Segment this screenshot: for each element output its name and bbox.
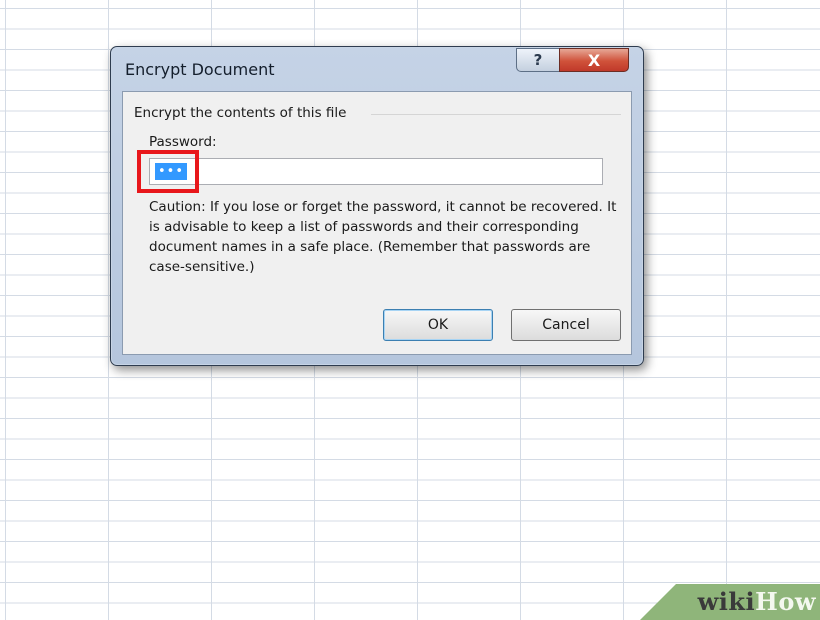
ok-button[interactable]: OK — [383, 309, 493, 341]
ok-button-label: OK — [427, 317, 449, 333]
dialog-title: Encrypt Document — [125, 60, 275, 79]
password-input[interactable]: ••• — [149, 158, 603, 185]
watermark-wiki: wiki — [697, 587, 756, 616]
watermark-how: How — [755, 587, 816, 616]
close-button[interactable]: X — [559, 48, 629, 72]
group-label: Encrypt the contents of this file — [134, 105, 347, 121]
cancel-button-label: Cancel — [542, 317, 590, 333]
help-icon: ? — [533, 51, 543, 69]
cancel-button[interactable]: Cancel — [511, 309, 621, 341]
close-icon: X — [587, 50, 601, 70]
password-label: Password: — [149, 134, 217, 150]
wikihow-watermark: wikiHow — [698, 587, 816, 616]
group-divider — [371, 114, 621, 115]
caution-text: Caution: If you lose or forget the passw… — [149, 199, 617, 275]
encrypt-document-dialog: Encrypt Document ? X Encrypt the content… — [110, 46, 644, 366]
highlight-box — [137, 150, 199, 193]
help-button[interactable]: ? — [516, 48, 560, 72]
